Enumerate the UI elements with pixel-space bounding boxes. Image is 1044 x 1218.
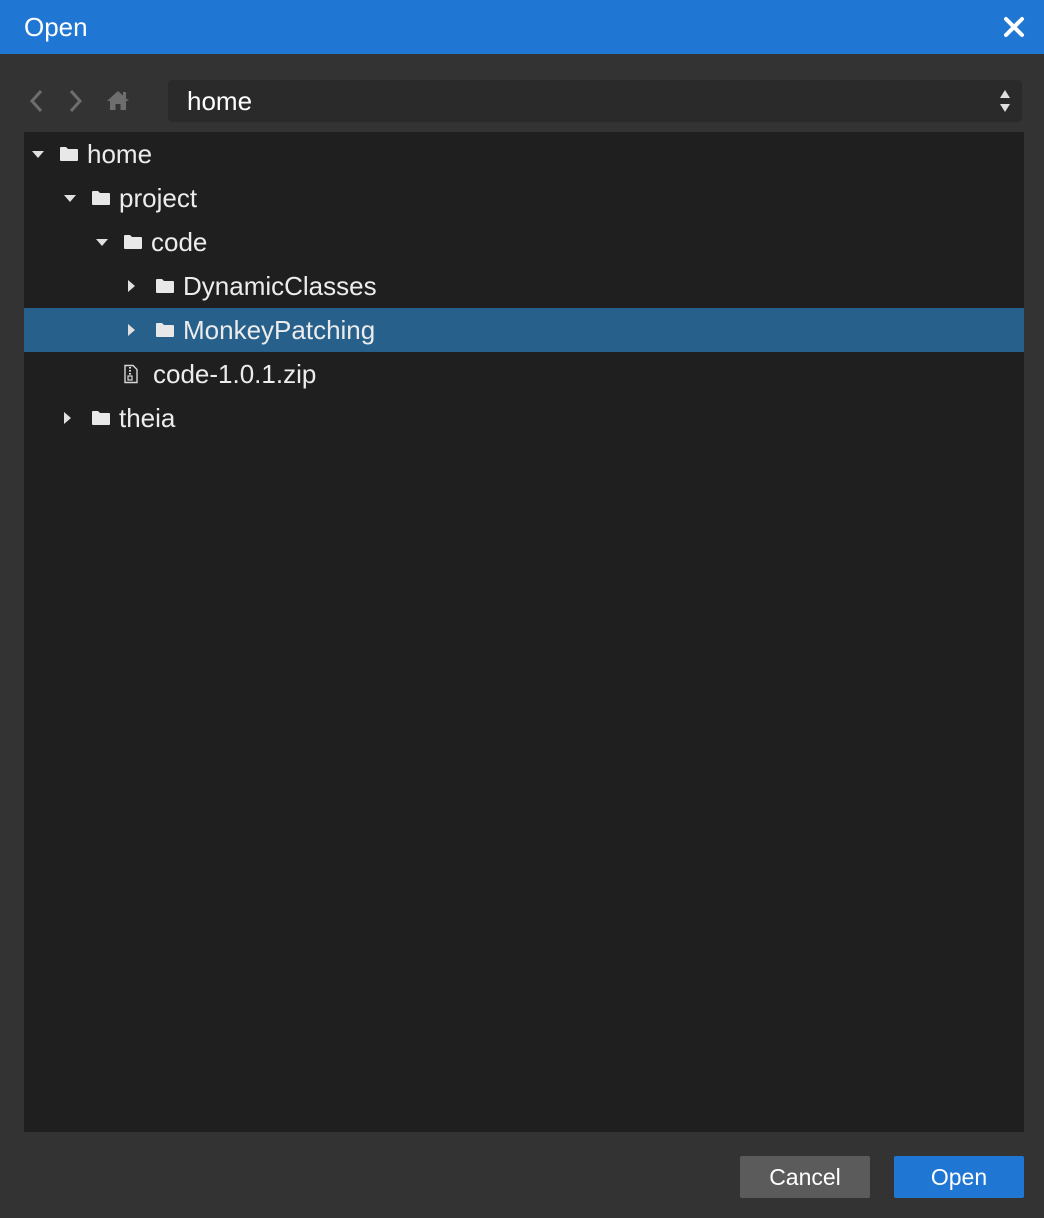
select-arrows-icon — [1000, 90, 1010, 112]
folder-icon — [60, 147, 78, 161]
back-button[interactable] — [24, 87, 52, 115]
caret-right-icon[interactable] — [123, 278, 139, 294]
caret-down-icon[interactable] — [94, 234, 110, 250]
file-tree[interactable]: home project code DynamicClasses MonkeyP… — [24, 132, 1024, 1132]
tree-item-label: code — [151, 227, 208, 257]
folder-icon — [92, 191, 110, 205]
tree-item-code-zip[interactable]: code-1.0.1.zip — [24, 352, 1024, 396]
tree-item-project[interactable]: project — [24, 176, 1024, 220]
caret-right-icon[interactable] — [123, 322, 139, 338]
chevron-left-icon — [29, 89, 43, 113]
tree-item-label: project — [119, 183, 198, 213]
tree-item-home[interactable]: home — [24, 132, 1024, 176]
tree-item-code[interactable]: code — [24, 220, 1024, 264]
forward-button[interactable] — [62, 87, 90, 115]
tree-item-label: MonkeyPatching — [183, 315, 376, 345]
chevron-right-icon — [69, 89, 83, 113]
close-button[interactable] — [1002, 15, 1026, 39]
open-dialog: Open home home project code DynamicClass… — [0, 0, 1044, 1218]
tree-item-dynamicclasses[interactable]: DynamicClasses — [24, 264, 1024, 308]
tree-item-label: DynamicClasses — [183, 271, 377, 301]
zip-file-icon — [124, 364, 138, 384]
navigation-bar: home — [24, 80, 1024, 122]
folder-icon — [156, 279, 174, 293]
open-button[interactable]: Open — [894, 1156, 1024, 1198]
tree-item-monkeypatching[interactable]: MonkeyPatching — [24, 308, 1024, 352]
folder-icon — [124, 235, 142, 249]
folder-icon — [92, 411, 110, 425]
caret-right-icon[interactable] — [59, 410, 75, 426]
tree-item-theia[interactable]: theia — [24, 396, 1024, 440]
dialog-title: Open — [24, 12, 88, 42]
close-icon — [1004, 17, 1024, 37]
caret-down-icon[interactable] — [62, 190, 78, 206]
cancel-button[interactable]: Cancel — [740, 1156, 870, 1198]
folder-icon — [156, 323, 174, 337]
home-button[interactable] — [104, 87, 132, 115]
tree-item-label: home — [87, 139, 153, 169]
tree-item-label: theia — [119, 403, 176, 433]
caret-down-icon[interactable] — [30, 146, 46, 162]
dialog-titlebar: Open — [0, 0, 1044, 54]
tree-item-label: code-1.0.1.zip — [153, 359, 317, 389]
location-select[interactable]: home — [168, 80, 1022, 122]
location-value: home — [187, 86, 253, 116]
home-icon — [107, 91, 129, 110]
